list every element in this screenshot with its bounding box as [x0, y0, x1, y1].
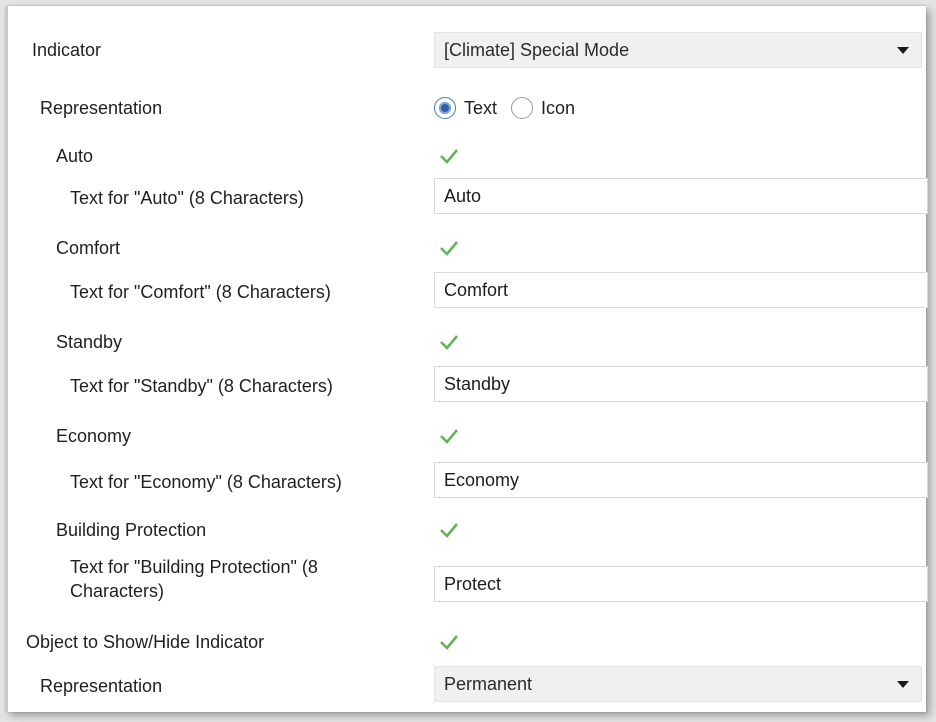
mode-building-protection-label: Building Protection	[56, 520, 207, 540]
mode-economy-text-label: Text for "Economy" (8 Characters)	[70, 472, 342, 492]
radio-icon-label: Icon	[541, 97, 576, 118]
mode-building-protection-text-label-line1: Text for "Building Protection" (8	[70, 557, 318, 577]
radio-icon[interactable]	[511, 97, 534, 119]
mode-standby-text-label: Text for "Standby" (8 Characters)	[70, 376, 333, 396]
mode-economy-text-input[interactable]: Economy	[434, 462, 928, 498]
mode-comfort-text-value: Comfort	[444, 280, 509, 300]
mode-comfort-label: Comfort	[56, 238, 121, 258]
indicator-label: Indicator	[32, 40, 102, 60]
mode-auto-label: Auto	[56, 146, 94, 166]
check-icon[interactable]	[438, 237, 460, 259]
representation-radio-group: Text Icon	[434, 88, 589, 128]
mode-auto-text-value: Auto	[444, 186, 482, 206]
representation2-dropdown-value: Permanent	[444, 674, 533, 694]
indicator-dropdown-value: [Climate] Special Mode	[444, 40, 630, 60]
mode-building-protection-text-label-line2: Characters)	[70, 581, 165, 601]
radio-text-label: Text	[464, 97, 498, 118]
check-icon[interactable]	[438, 519, 460, 541]
mode-comfort-text-input[interactable]: Comfort	[434, 272, 928, 308]
mode-standby-text-value: Standby	[444, 374, 511, 394]
mode-standby-label: Standby	[56, 332, 123, 352]
check-icon[interactable]	[438, 425, 460, 447]
check-icon[interactable]	[438, 631, 460, 653]
mode-economy-label: Economy	[56, 426, 132, 446]
check-icon[interactable]	[438, 331, 460, 353]
radio-text[interactable]	[434, 97, 456, 119]
chevron-down-icon	[897, 681, 909, 688]
check-icon[interactable]	[438, 145, 460, 167]
representation2-label: Representation	[40, 676, 163, 696]
show-hide-label: Object to Show/Hide Indicator	[26, 632, 265, 652]
mode-building-protection-text-value: Protect	[444, 574, 502, 594]
parameters-panel: Indicator [Climate] Special Mode Represe…	[6, 6, 928, 712]
representation-label: Representation	[40, 98, 163, 118]
indicator-dropdown[interactable]: [Climate] Special Mode	[434, 32, 922, 68]
mode-auto-text-label: Text for "Auto" (8 Characters)	[70, 188, 304, 208]
mode-auto-text-input[interactable]: Auto	[434, 178, 928, 214]
mode-comfort-text-label: Text for "Comfort" (8 Characters)	[70, 282, 331, 302]
chevron-down-icon	[897, 47, 909, 54]
representation2-dropdown[interactable]: Permanent	[434, 666, 922, 702]
mode-economy-text-value: Economy	[444, 470, 520, 490]
mode-building-protection-text-input[interactable]: Protect	[434, 566, 928, 602]
mode-standby-text-input[interactable]: Standby	[434, 366, 928, 402]
